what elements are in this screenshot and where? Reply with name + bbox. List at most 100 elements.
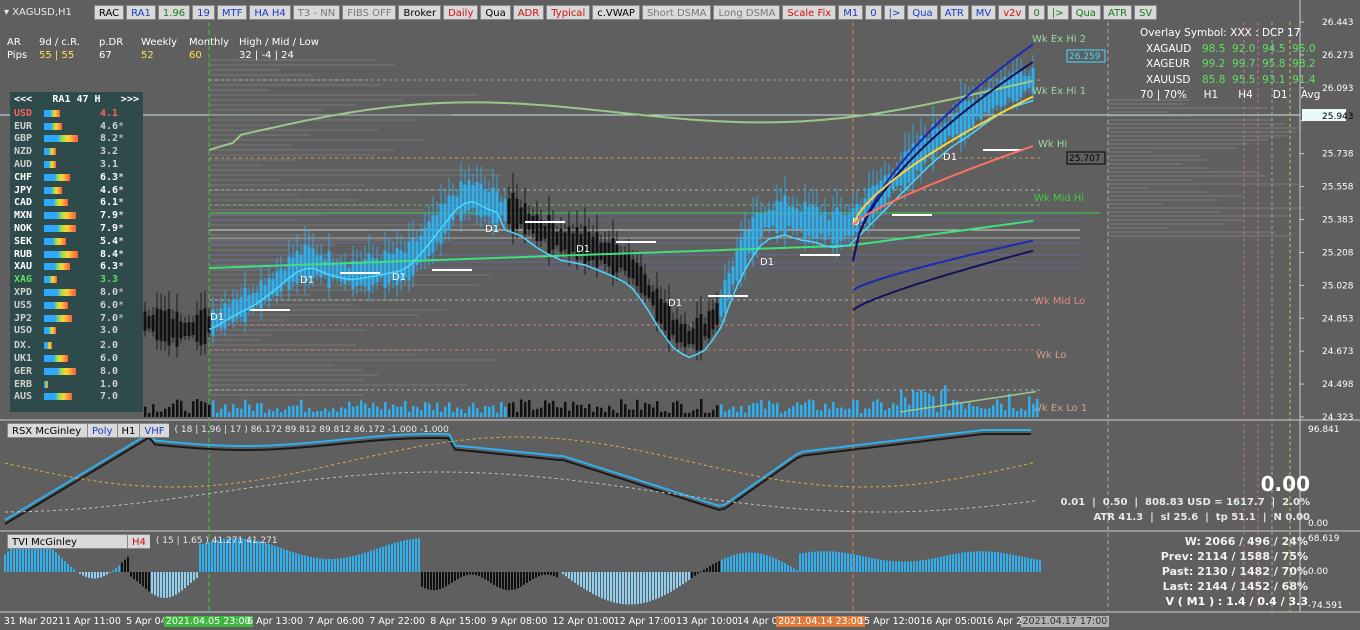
price-body xyxy=(699,314,703,351)
toolbar-button--[interactable]: |> xyxy=(883,4,906,20)
price-body xyxy=(815,206,819,239)
currency-name: XPD xyxy=(14,287,33,299)
indicator-button-vhf[interactable]: VHF xyxy=(139,422,169,438)
price-body xyxy=(479,183,483,218)
price-body xyxy=(435,215,439,243)
toolbar-button-t3-nn[interactable]: T3 - NN xyxy=(292,4,341,20)
price-body xyxy=(599,242,603,260)
price-body xyxy=(459,181,463,221)
toolbar-button-19[interactable]: 19 xyxy=(192,4,215,20)
toolbar-button-m1[interactable]: M1 xyxy=(838,4,864,20)
toolbar-button-rac[interactable]: RAC xyxy=(93,4,125,20)
currency-value: 3.3 xyxy=(99,274,118,286)
indicator-button-tvi-mcginley[interactable]: TVI McGinley xyxy=(7,533,127,549)
volume-bar xyxy=(892,403,895,417)
toolbar-button-ha-h4[interactable]: HA H4 xyxy=(249,4,291,20)
toolbar-button-1-96[interactable]: 1.96 xyxy=(157,4,191,20)
currency-row: CAD 6.1 * xyxy=(10,197,143,210)
toolbar-button-v2v[interactable]: v2v xyxy=(998,4,1027,20)
volume-bar xyxy=(312,411,315,417)
toolbar-button-broker[interactable]: Broker xyxy=(398,4,442,20)
volume-bar xyxy=(280,412,283,417)
currency-name: USO xyxy=(14,325,33,337)
strength-bar xyxy=(44,212,76,220)
indicator-params: ( 15 | 1.65 ) 41.271 41.271 xyxy=(155,536,278,546)
price-body xyxy=(631,259,635,279)
volume-bar xyxy=(504,406,507,417)
toolbar-button-qua[interactable]: Qua xyxy=(1070,4,1101,20)
currency-value: 6.3 xyxy=(99,261,118,273)
toolbar-button-qua[interactable]: Qua xyxy=(480,4,511,20)
indicator-button-h4[interactable]: H4 xyxy=(127,533,150,549)
price-body xyxy=(439,203,443,244)
volume-bar xyxy=(620,399,623,417)
currency-name: JP2 xyxy=(14,312,33,324)
toolbar-button-short-dsma[interactable]: Short DSMA xyxy=(641,4,712,20)
currency-row: XPD 8.0 * xyxy=(10,286,143,299)
toolbar-button-sv[interactable]: SV xyxy=(1134,4,1158,20)
toolbar-button-mv[interactable]: MV xyxy=(970,4,997,20)
toolbar-button-fibs-off[interactable]: FIBS OFF xyxy=(342,4,397,20)
currency-name: DX. xyxy=(14,340,33,352)
currency-value: 8.0 xyxy=(99,365,118,377)
price-body xyxy=(523,203,527,235)
price-body xyxy=(499,201,503,216)
toolbar-button-atr[interactable]: ATR xyxy=(939,4,969,20)
toolbar-button-daily[interactable]: Daily xyxy=(443,4,479,20)
currency-star: * xyxy=(118,287,125,299)
toolbar-button-scale-fix[interactable]: Scale Fix xyxy=(782,4,837,20)
toolbar-button-ra1[interactable]: RA1 xyxy=(126,4,156,20)
currency-star: * xyxy=(118,184,125,196)
ar-value-0: Pips xyxy=(7,50,28,61)
prev-button[interactable]: <<< xyxy=(14,94,32,105)
volume-bar xyxy=(944,385,947,417)
ar-value-5: 32 | -4 | 24 xyxy=(239,50,294,61)
volume-bar xyxy=(952,399,955,417)
toolbar-button-typical[interactable]: Typical xyxy=(546,4,591,20)
overlay-symbol: XAUUSD xyxy=(1146,73,1191,86)
toolbar-button-adr[interactable]: ADR xyxy=(512,4,545,20)
volume-bar xyxy=(852,400,855,417)
currency-star: * xyxy=(118,261,125,273)
currency-value: 4.6 xyxy=(99,184,118,196)
indicator-button-h1[interactable]: H1 xyxy=(116,422,140,438)
toolbar-button-0[interactable]: 0 xyxy=(1028,4,1045,20)
toolbar-button-mtf[interactable]: MTF xyxy=(216,4,248,20)
volume-bar xyxy=(260,403,263,417)
indicator-button-poly[interactable]: Poly xyxy=(87,422,117,438)
currency-value: 6.1 xyxy=(99,197,118,209)
volume-bar xyxy=(672,402,675,417)
volume-bar xyxy=(984,408,987,417)
overlay-title: Overlay Symbol: XXX : DCP 17 xyxy=(1140,27,1301,39)
price-body xyxy=(811,204,815,239)
volume-bar xyxy=(600,407,603,417)
next-button[interactable]: >>> xyxy=(121,94,139,105)
price-body xyxy=(791,206,795,229)
price-body xyxy=(611,237,615,276)
volume-bar xyxy=(240,408,243,417)
toolbar-button-c-vwap[interactable]: c.VWAP xyxy=(592,4,640,20)
price-body xyxy=(547,215,551,254)
currency-value: 3.1 xyxy=(99,159,118,171)
indicator-button-rsx-mcginley[interactable]: RSX McGinley xyxy=(7,422,87,438)
toolbar-button--[interactable]: |> xyxy=(1046,4,1069,20)
price-body xyxy=(567,226,571,258)
toolbar-button-qua[interactable]: Qua xyxy=(907,4,938,20)
volume-bar xyxy=(880,402,883,417)
price-body xyxy=(615,244,619,273)
volume-bar xyxy=(164,408,167,417)
volume-bar xyxy=(552,400,555,417)
price-body xyxy=(783,195,787,235)
toolbar-button-long-dsma[interactable]: Long DSMA xyxy=(713,4,781,20)
volume-bar xyxy=(632,409,635,417)
volume-bar xyxy=(684,412,687,417)
volume-bar xyxy=(900,390,903,417)
price-body xyxy=(635,262,639,286)
volume-bar xyxy=(1004,410,1007,417)
volume-bar xyxy=(636,399,639,417)
toolbar-button-0[interactable]: 0 xyxy=(865,4,882,20)
toolbar-button-atr[interactable]: ATR xyxy=(1102,4,1133,20)
currency-value: 4.6 xyxy=(99,120,118,132)
currency-value: 6.3 xyxy=(99,171,118,183)
price-body xyxy=(287,256,291,290)
